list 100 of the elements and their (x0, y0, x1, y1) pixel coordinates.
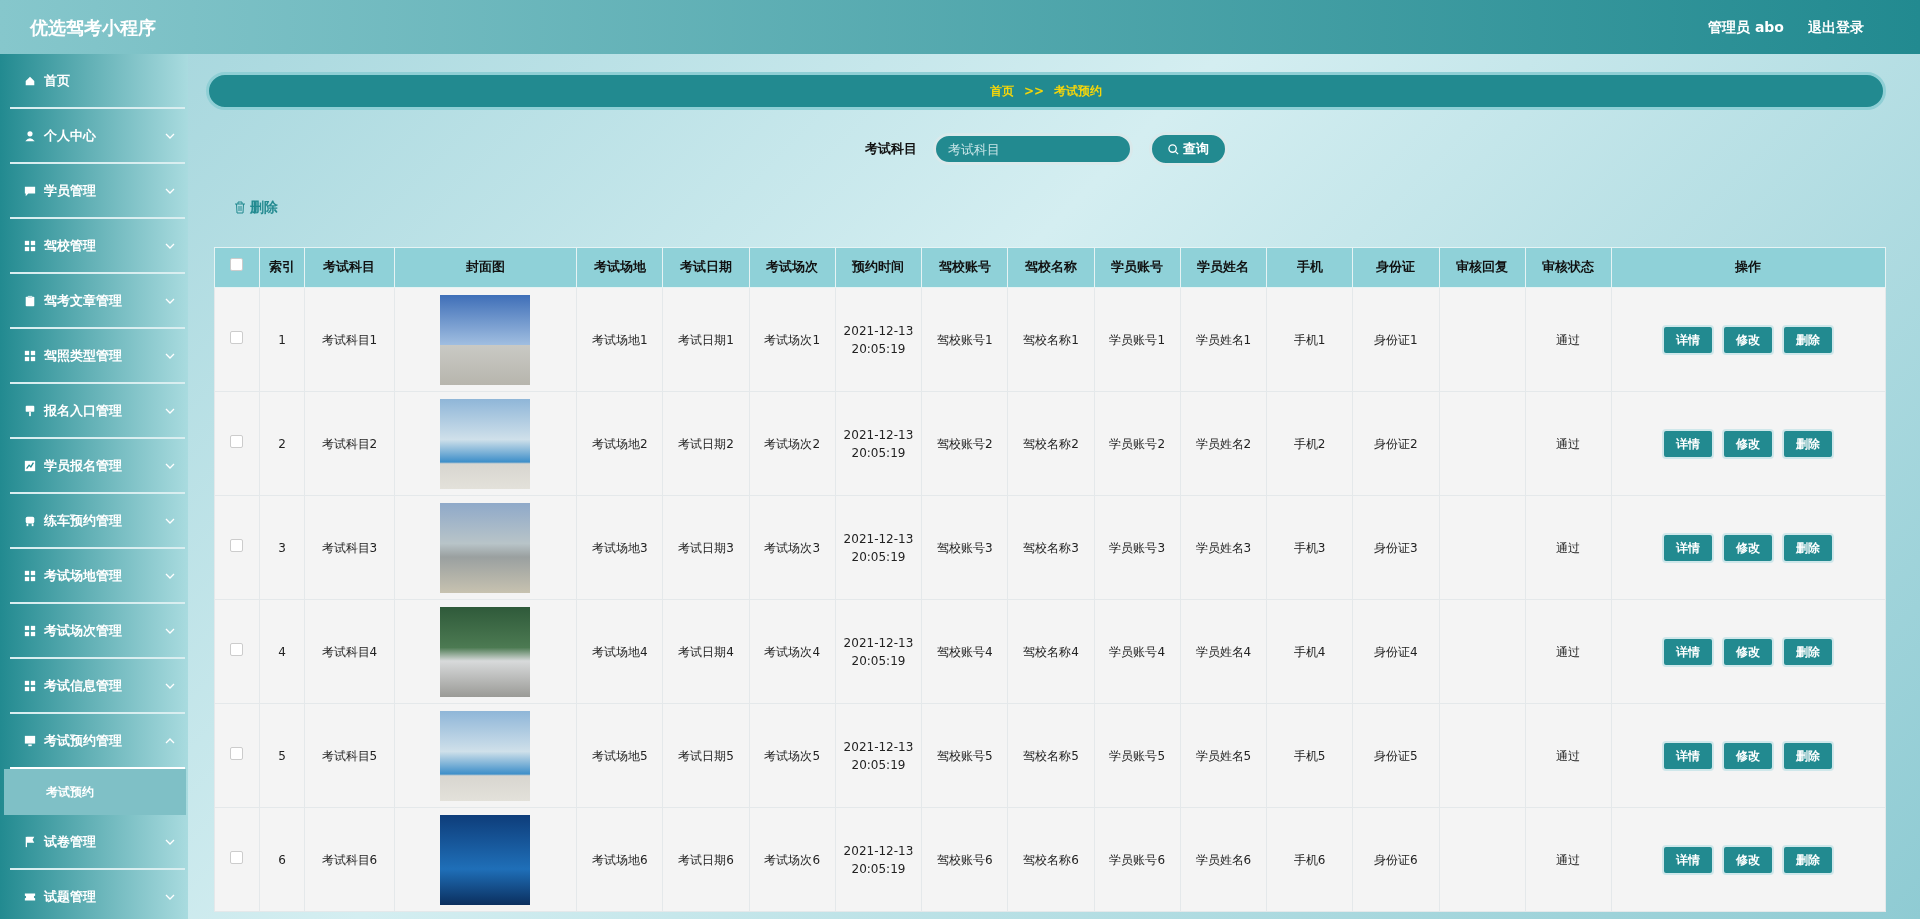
table-cell: 通过 (1556, 644, 1581, 659)
table-cell: 考试日期6 (678, 852, 734, 867)
table-cell: 考试科目3 (321, 540, 378, 555)
sidebar-item[interactable]: 试卷管理 (10, 815, 185, 870)
sidebar-item[interactable]: 考试信息管理 (10, 659, 185, 714)
person-icon (24, 129, 36, 142)
column-header: 学员账号 (1111, 259, 1164, 275)
action-button[interactable]: 删除 (1782, 636, 1835, 667)
table-cell: 考试场地5 (591, 748, 648, 763)
table-cell: 考试场次6 (764, 852, 821, 867)
action-button[interactable]: 修改 (1722, 636, 1775, 667)
column-header: 审核状态 (1542, 259, 1595, 275)
table-cell: 驾校账号4 (936, 644, 993, 659)
action-button[interactable]: 删除 (1782, 532, 1835, 563)
monitor-icon (24, 734, 36, 747)
action-button[interactable]: 删除 (1782, 428, 1835, 459)
action-button[interactable]: 详情 (1662, 324, 1715, 355)
breadcrumb-separator: >> (1023, 83, 1045, 100)
action-button[interactable]: 删除 (1782, 324, 1835, 355)
sidebar-item[interactable]: 考试场次管理 (10, 604, 185, 659)
table-cell: 学员账号1 (1109, 332, 1165, 347)
table-cell: 学员账号4 (1109, 644, 1165, 659)
action-button[interactable]: 修改 (1722, 740, 1775, 771)
sidebar-item[interactable]: 考试场地管理 (10, 549, 185, 604)
breadcrumb-link[interactable]: 首页 (989, 82, 1014, 100)
search-button[interactable]: 查询 (1148, 132, 1228, 166)
column-header: 驾校名称 (1024, 259, 1077, 275)
table-cell: 考试场地3 (591, 540, 648, 555)
table-cell: 通过 (1556, 436, 1581, 451)
table-cell: 身份证5 (1374, 748, 1418, 763)
table-cell: 考试场地1 (591, 332, 648, 347)
checkbox[interactable] (230, 330, 244, 344)
checkbox[interactable] (230, 642, 244, 656)
table-cell: 驾校名称6 (1023, 852, 1079, 867)
sidebar-item[interactable]: 驾照类型管理 (10, 329, 185, 384)
table-cell: 驾校名称2 (1023, 436, 1079, 451)
checkbox[interactable] (230, 258, 244, 272)
action-button[interactable]: 修改 (1722, 428, 1775, 459)
table-cell: 通过 (1556, 852, 1581, 867)
action-button[interactable]: 详情 (1662, 532, 1715, 563)
table-cell: 考试场次2 (764, 436, 821, 451)
table-cell: 驾校账号2 (936, 436, 993, 451)
action-button[interactable]: 详情 (1662, 844, 1715, 875)
clipboard-icon (24, 294, 36, 307)
chat-icon (24, 184, 36, 197)
sidebar-item[interactable]: 个人中心 (10, 109, 185, 164)
table-cell: 驾校名称1 (1023, 332, 1079, 347)
table-cell: 学员账号6 (1109, 852, 1165, 867)
table-cell: 4 (278, 644, 286, 659)
table-cell: 学员姓名6 (1195, 852, 1252, 867)
sidebar-subitem[interactable]: 考试预约 (4, 769, 186, 815)
action-button[interactable]: 详情 (1662, 740, 1715, 771)
action-button[interactable]: 修改 (1722, 844, 1775, 875)
sidebar-item[interactable]: 试题管理 (10, 870, 185, 919)
action-button[interactable]: 删除 (1782, 740, 1835, 771)
table-cell: 考试日期3 (678, 540, 734, 555)
table-cell: 考试场地6 (591, 852, 648, 867)
sidebar-item[interactable]: 报名入口管理 (10, 384, 185, 439)
table-cell: 考试日期1 (678, 332, 734, 347)
sidebar-item[interactable]: 驾考文章管理 (10, 274, 185, 329)
table-cell: 身份证6 (1374, 852, 1418, 867)
checkbox[interactable] (230, 434, 244, 448)
column-header: 预约时间 (852, 259, 905, 275)
table-cell: 驾校名称3 (1023, 540, 1079, 555)
sidebar-item[interactable]: 练车预约管理 (10, 494, 185, 549)
sidebar-item[interactable]: 首页 (10, 54, 185, 109)
table-cell: 考试场次1 (764, 332, 821, 347)
action-button[interactable]: 修改 (1722, 532, 1775, 563)
table-cell: 2021-12-13 20:05:19 (843, 843, 914, 876)
table-cell: 学员姓名2 (1195, 436, 1252, 451)
action-button[interactable]: 修改 (1722, 324, 1775, 355)
table-cell: 手机3 (1293, 540, 1326, 555)
table-cell: 2021-12-13 20:05:19 (843, 739, 914, 772)
table-cell: 考试科目2 (321, 436, 378, 451)
action-button[interactable]: 详情 (1662, 636, 1715, 667)
sidebar-item[interactable]: 学员报名管理 (10, 439, 185, 494)
checkbox[interactable] (230, 538, 244, 552)
action-button[interactable]: 详情 (1662, 428, 1715, 459)
table-cell: 考试场次3 (764, 540, 821, 555)
table-cell: 学员账号3 (1109, 540, 1165, 555)
chart-icon (24, 459, 36, 472)
column-header: 考试日期 (680, 259, 732, 275)
grid-icon (24, 624, 36, 637)
checkbox[interactable] (230, 746, 244, 760)
home-icon (24, 74, 36, 87)
search-field[interactable]: 考试科目 (932, 133, 1133, 165)
logout-link[interactable]: 退出登录 (1808, 16, 1864, 38)
table-cell: 驾校账号3 (936, 540, 993, 555)
table-cell: 手机5 (1293, 748, 1326, 763)
action-button[interactable]: 删除 (1782, 844, 1835, 875)
sidebar-item[interactable]: 学员管理 (10, 164, 185, 219)
delete-button[interactable]: 删除 (228, 196, 284, 219)
table-cell: 考试科目5 (321, 748, 378, 763)
column-header: 操作 (1735, 259, 1762, 275)
sidebar-item[interactable]: 驾校管理 (10, 219, 185, 274)
breadcrumb-link[interactable]: 考试预约 (1054, 82, 1103, 100)
column-header: 手机 (1296, 259, 1323, 275)
table-cell: 手机1 (1293, 332, 1326, 347)
table-cell: 手机2 (1293, 436, 1326, 451)
checkbox[interactable] (230, 850, 244, 864)
